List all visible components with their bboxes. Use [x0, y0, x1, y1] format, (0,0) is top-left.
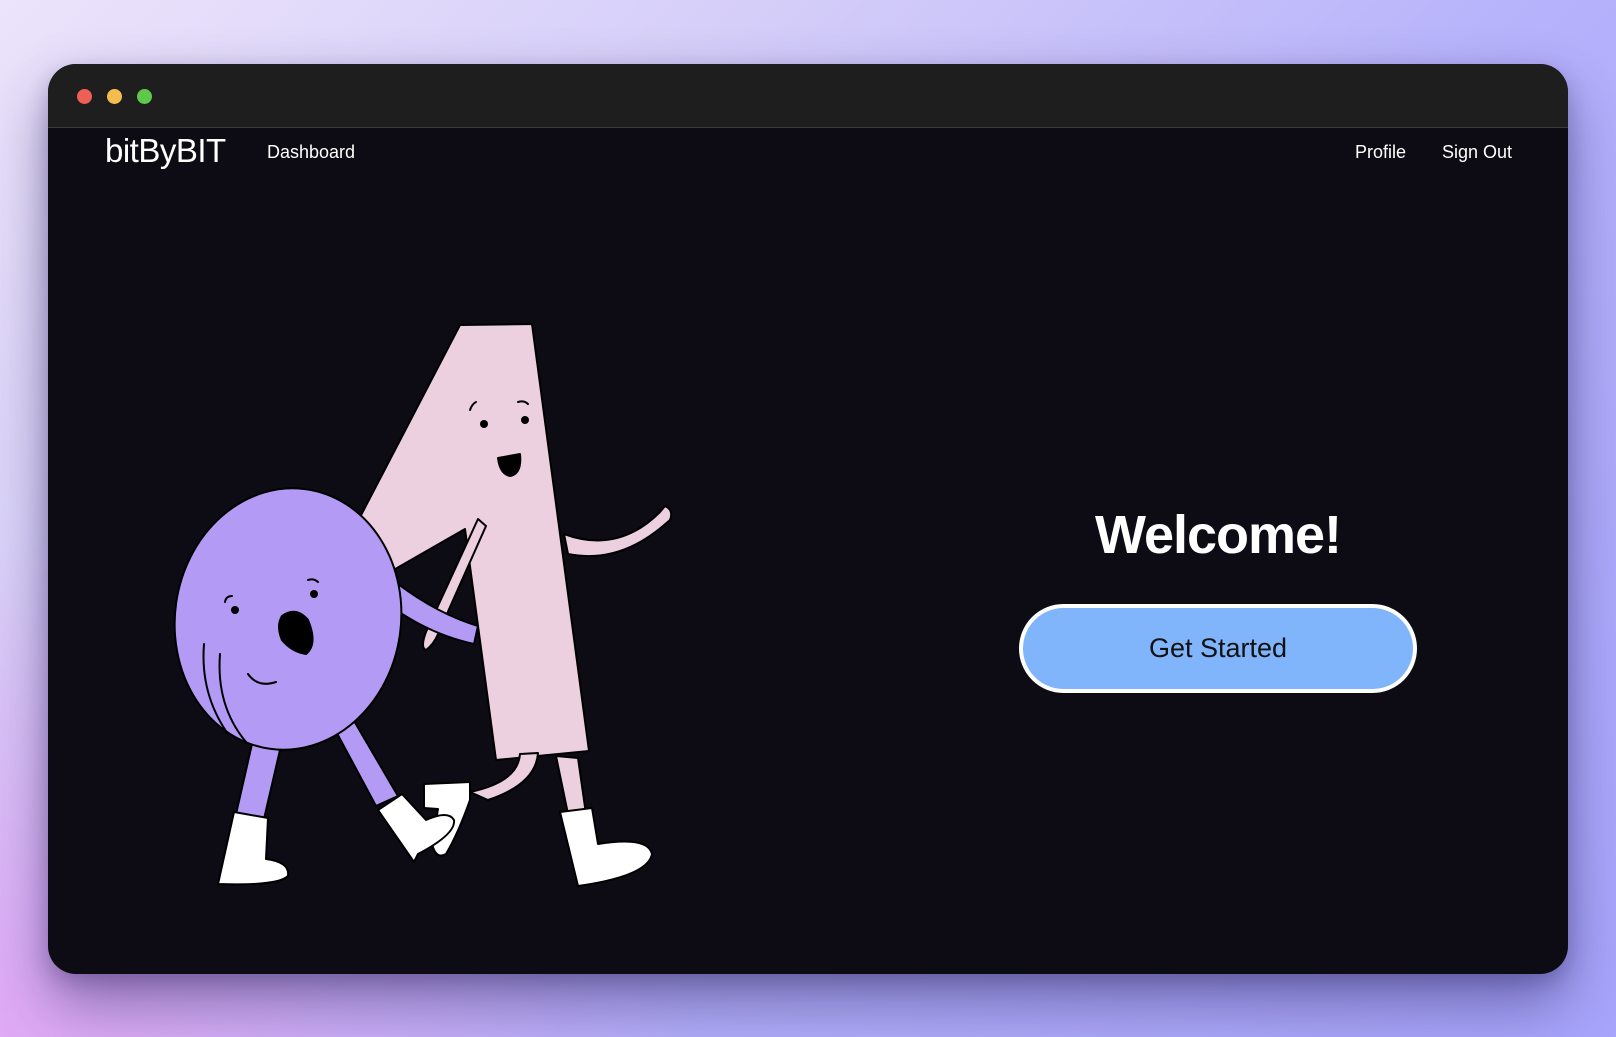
zero-character-leg-back: [235, 743, 281, 820]
browser-window: bitByBIT Dashboard Profile Sign Out Welc…: [48, 64, 1568, 974]
zero-character-shoe-back: [217, 811, 290, 886]
nav-sign-out-link[interactable]: Sign Out: [1442, 142, 1512, 163]
maximize-window-icon[interactable]: [137, 89, 152, 104]
welcome-heading: Welcome!: [1094, 505, 1342, 565]
zero-and-one-illustration: [173, 323, 673, 887]
brand-logo[interactable]: bitByBIT: [105, 132, 226, 170]
window-titlebar: [48, 64, 1568, 128]
nav-profile-link[interactable]: Profile: [1355, 142, 1406, 163]
hero-section: Welcome! Get Started: [998, 504, 1438, 693]
minimize-window-icon[interactable]: [107, 89, 122, 104]
get-started-button[interactable]: Get Started: [1019, 604, 1417, 693]
nav-dashboard-link[interactable]: Dashboard: [267, 142, 355, 163]
close-window-icon[interactable]: [77, 89, 92, 104]
one-character-shoe-front: [559, 807, 653, 887]
top-navbar: bitByBIT Dashboard Profile Sign Out: [48, 128, 1568, 188]
one-character-leg-front: [555, 755, 587, 815]
one-character-arm-right: [563, 505, 673, 558]
